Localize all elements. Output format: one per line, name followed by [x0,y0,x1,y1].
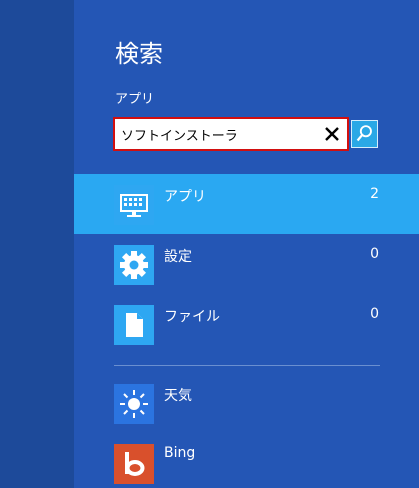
search-icon [356,125,372,142]
pane-title: 検索 [115,40,163,68]
clear-icon[interactable] [323,125,341,143]
category-count: 0 [370,306,379,322]
search-button[interactable] [351,120,378,148]
category-count: 2 [370,186,379,202]
apps-tile [114,185,154,225]
document-icon [126,313,143,337]
weather-tile [114,384,154,424]
app-label: Bing [164,445,196,461]
category-label: アプリ [164,189,206,205]
divider [114,365,380,366]
settings-tile [114,245,154,285]
category-row-apps[interactable]: アプリ 2 [74,174,419,234]
search-scope-label: アプリ [115,92,155,107]
category-row-settings[interactable]: 設定 0 [74,234,419,294]
category-row-files[interactable]: ファイル 0 [74,294,419,354]
desktop-strip [0,0,74,488]
keyboard-icon [120,194,148,217]
gear-icon [120,251,148,279]
search-input[interactable] [121,119,317,149]
app-label: 天気 [164,388,192,404]
bing-tile [114,444,154,484]
files-tile [114,305,154,345]
bing-icon [125,452,145,476]
app-row-bing[interactable]: Bing [74,432,419,488]
category-label: 設定 [164,249,192,265]
sun-icon [120,390,148,418]
app-row-weather[interactable]: 天気 [74,372,419,428]
category-label: ファイル [164,309,220,325]
category-count: 0 [370,246,379,262]
search-box[interactable] [113,117,349,151]
